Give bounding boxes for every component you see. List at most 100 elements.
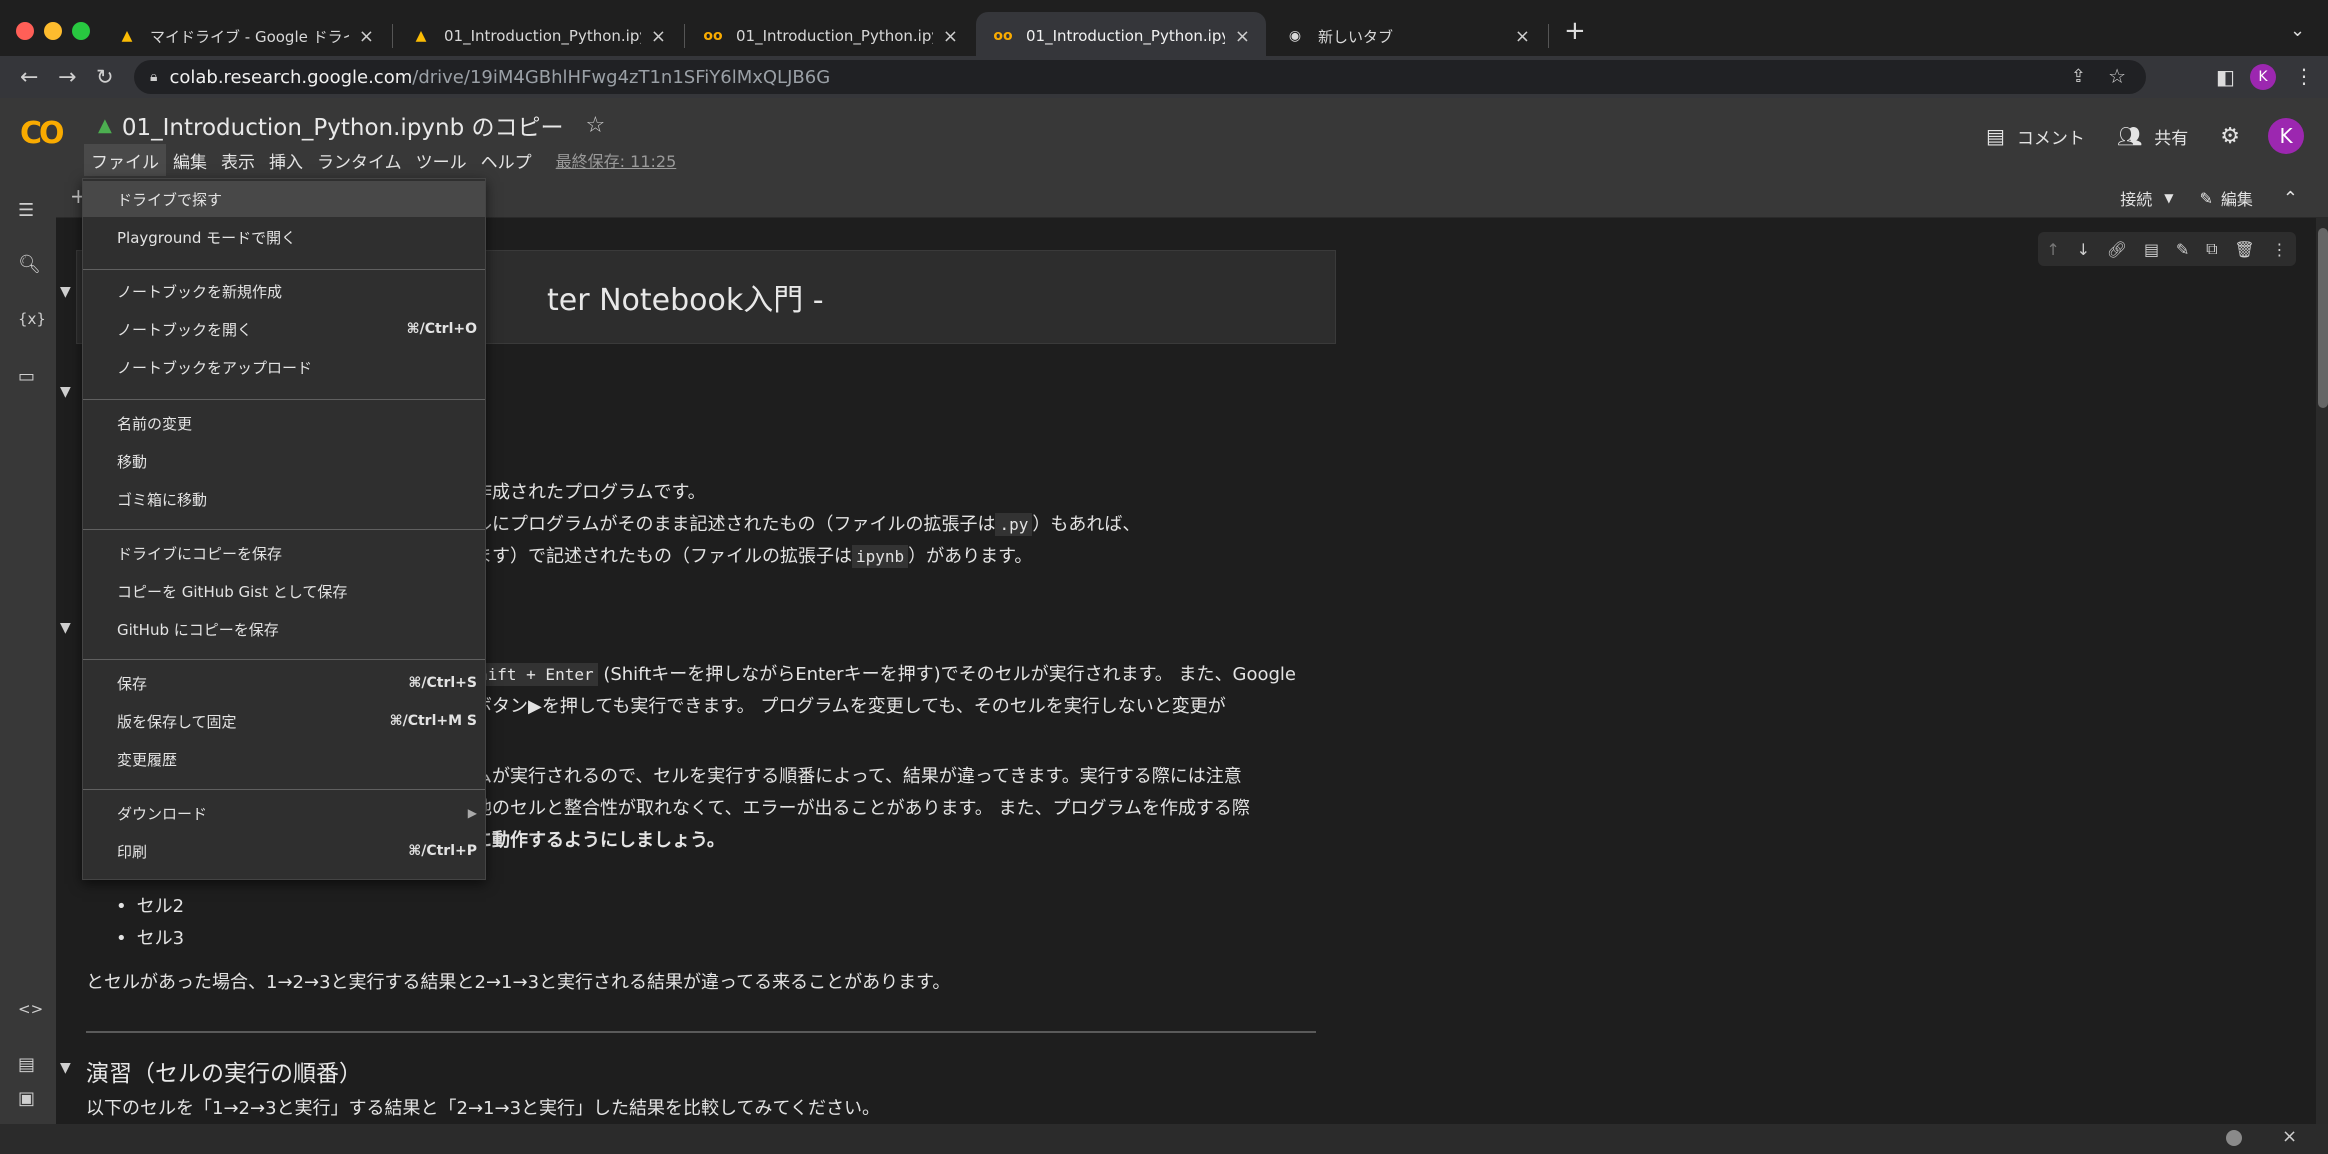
menu-item-print[interactable]: 印刷 ⌘/Ctrl+P — [83, 833, 485, 869]
mirror-cell-icon[interactable]: ⧉ — [2206, 239, 2217, 259]
menu-separator — [83, 529, 485, 530]
browser-tab-notebook-2[interactable]: oo 01_Introduction_Python.ipynb - × — [686, 12, 974, 60]
status-indicator-icon — [2226, 1130, 2242, 1146]
collapse-section-icon[interactable]: ▼ — [60, 284, 71, 300]
more-icon[interactable]: ⋮ — [2272, 240, 2288, 259]
close-tab-icon[interactable]: × — [1515, 26, 1530, 47]
address-bar-row: ← → ↻ 🔒︎ colab.research.google.com/drive… — [0, 56, 2328, 98]
menu-item-save-copy-gist[interactable]: コピーを GitHub Gist として保存 — [83, 573, 485, 609]
maximize-window-button[interactable] — [72, 22, 90, 40]
chevron-down-icon[interactable]: ▼ — [2164, 191, 2173, 205]
variables-icon[interactable]: {x} — [18, 310, 46, 328]
menu-item-upload-notebook[interactable]: ノートブックをアップロード — [83, 349, 485, 385]
browser-tab-notebook-3[interactable]: oo 01_Introduction_Python.ipynb - × — [976, 12, 1266, 60]
close-tab-icon[interactable]: × — [1235, 26, 1250, 47]
close-window-button[interactable] — [16, 22, 34, 40]
collapse-section-icon[interactable]: ▼ — [60, 620, 71, 636]
menu-tools[interactable]: ツール — [409, 144, 474, 177]
minimize-window-button[interactable] — [44, 22, 62, 40]
menu-item-save-pin-revision[interactable]: 版を保存して固定 ⌘/Ctrl+M S — [83, 703, 485, 739]
menu-item-save-copy-github[interactable]: GitHub にコピーを保存 — [83, 611, 485, 647]
comment-button[interactable]: ▤ コメント — [1986, 124, 2085, 149]
text-line-bold: に動作するようにしましょう。 — [474, 830, 725, 851]
gear-icon[interactable]: ⚙ — [2220, 124, 2240, 149]
new-tab-icon[interactable]: + — [1564, 16, 1586, 46]
list-item: セル2 — [116, 892, 184, 918]
menu-edit[interactable]: 編集 — [166, 144, 214, 177]
pencil-icon: ✎ — [2199, 188, 2213, 208]
browser-tab-drive[interactable]: ▲ マイドライブ - Google ドライブ × — [100, 12, 390, 60]
notebook-title: ▲ 01_Introduction_Python.ipynb のコピー ☆ — [98, 108, 605, 142]
browser-tab-notebook-1[interactable]: ▲ 01_Introduction_Python.ipynb - × — [394, 12, 682, 60]
menu-item-locate-in-drive[interactable]: ドライブで探す — [83, 181, 485, 217]
horizontal-rule — [86, 1031, 1316, 1033]
search-icon[interactable]: 🔍︎ — [18, 254, 41, 275]
scrollbar-thumb[interactable] — [2318, 228, 2328, 408]
chevron-up-icon[interactable]: ⌃ — [2283, 188, 2298, 209]
tab-separator — [392, 24, 393, 48]
menu-item-save[interactable]: 保存 ⌘/Ctrl+S — [83, 665, 485, 701]
menu-separator — [83, 399, 485, 400]
share-button[interactable]: 👥︎ 共有 — [2117, 124, 2188, 149]
link-icon[interactable]: 🔗︎ — [2107, 240, 2127, 259]
menu-item-new-notebook[interactable]: ノートブックを新規作成 — [83, 273, 485, 309]
menu-item-open-playground[interactable]: Playground モードで開く — [83, 219, 485, 255]
drive-icon[interactable]: ▲ — [98, 115, 112, 136]
profile-avatar[interactable]: K — [2250, 64, 2276, 90]
colab-logo[interactable]: CO — [20, 116, 64, 151]
code-snippets-icon[interactable]: <> — [18, 1000, 43, 1018]
close-tab-icon[interactable]: × — [943, 26, 958, 47]
menu-view[interactable]: 表示 — [214, 144, 262, 177]
close-icon[interactable]: × — [2282, 1126, 2297, 1147]
tab-separator — [1548, 24, 1549, 48]
menu-item-move[interactable]: 移動 — [83, 443, 485, 479]
menu-runtime[interactable]: ランタイム — [310, 144, 409, 177]
share-page-icon[interactable]: ⇪ — [2071, 66, 2086, 87]
command-palette-icon[interactable]: ▤ — [18, 1054, 35, 1075]
side-panel-icon[interactable]: ◧ — [2216, 65, 2235, 89]
comment-icon[interactable]: ▤ — [2144, 240, 2159, 259]
menu-item-move-to-trash[interactable]: ゴミ箱に移動 — [83, 481, 485, 517]
bookmark-star-icon[interactable]: ☆ — [2108, 64, 2126, 88]
browser-tab-new[interactable]: ◉ 新しいタブ × — [1268, 12, 1546, 60]
close-tab-icon[interactable]: × — [651, 26, 666, 47]
menu-item-open-notebook[interactable]: ノートブックを開く ⌘/Ctrl+O — [83, 311, 485, 347]
move-down-icon[interactable]: ↓ — [2077, 240, 2090, 259]
text-line: ボタン▶を押しても実行できます。 プログラムを変更しても、そのセルを実行しないと… — [474, 696, 1226, 717]
menu-item-download[interactable]: ダウンロード ▶ — [83, 795, 485, 831]
menu-insert[interactable]: 挿入 — [262, 144, 310, 177]
drive-icon: ▲ — [121, 28, 133, 44]
browser-menu-icon[interactable]: ⋮ — [2294, 64, 2314, 88]
url-field[interactable]: 🔒︎ colab.research.google.com/drive/19iM4… — [134, 60, 2146, 94]
move-up-icon[interactable]: ↑ — [2046, 240, 2059, 259]
last-saved-link[interactable]: 最終保存: 11:25 — [549, 144, 684, 177]
reload-icon[interactable]: ↻ — [96, 65, 114, 89]
comment-icon: ▤ — [1985, 124, 2005, 148]
drive-icon: ▲ — [415, 28, 427, 44]
menu-help[interactable]: ヘルプ — [474, 144, 539, 177]
close-tab-icon[interactable]: × — [359, 26, 374, 47]
toc-icon[interactable]: ☰ — [18, 200, 34, 221]
forward-icon[interactable]: → — [58, 65, 76, 90]
avatar[interactable]: K — [2268, 118, 2304, 154]
header-actions: ▤ コメント 👥︎ 共有 ⚙ K — [1986, 118, 2328, 154]
pencil-icon[interactable]: ✎ — [2176, 240, 2189, 259]
menu-separator — [83, 269, 485, 270]
folder-icon[interactable]: ▭ — [18, 366, 35, 387]
collapse-section-icon[interactable]: ▼ — [60, 1060, 71, 1076]
notebook-title-text[interactable]: 01_Introduction_Python.ipynb のコピー — [122, 108, 564, 142]
menu-item-save-copy-drive[interactable]: ドライブにコピーを保存 — [83, 535, 485, 571]
people-icon: 👥︎ — [2116, 124, 2143, 148]
tab-search-icon[interactable]: ⌄ — [2290, 20, 2305, 41]
star-icon[interactable]: ☆ — [586, 113, 606, 138]
cell-toolbar: ↑ ↓ 🔗︎ ▤ ✎ ⧉ 🗑︎ ⋮ — [2038, 232, 2296, 266]
connect-button[interactable]: 接続 — [2120, 186, 2152, 210]
menu-item-rename[interactable]: 名前の変更 — [83, 405, 485, 441]
edit-button[interactable]: 編集 — [2221, 186, 2253, 210]
terminal-icon[interactable]: ▣ — [18, 1088, 35, 1109]
menu-file[interactable]: ファイル — [84, 144, 166, 177]
back-icon[interactable]: ← — [20, 65, 38, 90]
trash-icon[interactable]: 🗑︎ — [2234, 240, 2254, 259]
collapse-section-icon[interactable]: ▼ — [60, 384, 71, 400]
menu-item-revision-history[interactable]: 変更履歴 — [83, 741, 485, 777]
